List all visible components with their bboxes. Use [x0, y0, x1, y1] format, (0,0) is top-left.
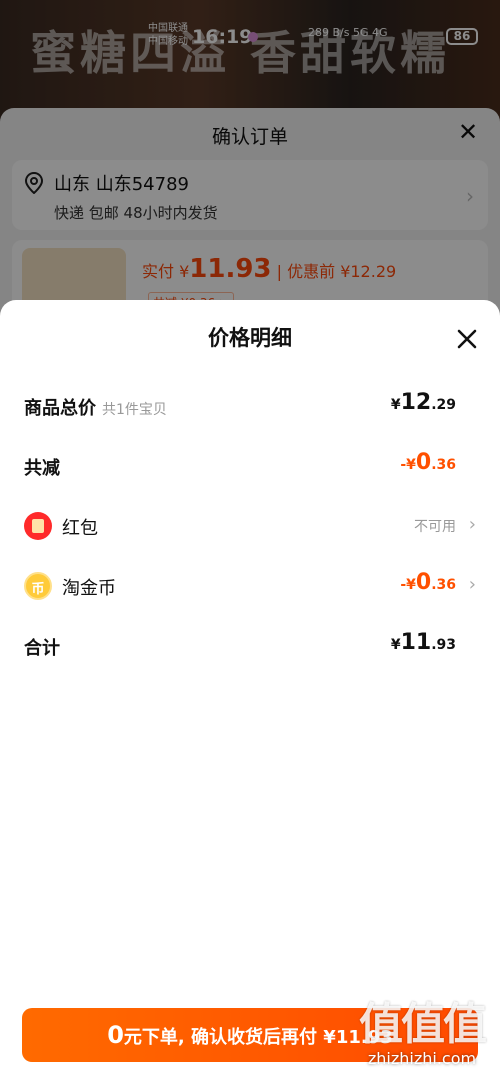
goods-total-label: 商品总价 共1件宝贝	[24, 394, 167, 420]
taojinbi-dec: .36	[431, 577, 456, 593]
row-hongbao[interactable]: 红包 不可用 ›	[24, 506, 476, 546]
taojinbi-label: 淘金币	[62, 578, 116, 599]
currency-symbol: ¥	[390, 397, 401, 413]
watermark-url: zhizhizhi.com	[367, 1049, 477, 1068]
cta-amount: 0	[107, 1021, 124, 1049]
reduce-prefix: -¥	[400, 457, 416, 473]
sheet-title: 价格明细	[208, 326, 292, 350]
chevron-right-icon: ›	[468, 574, 476, 595]
goods-total-amount: ¥12.29	[391, 390, 456, 415]
taojinbi-amount: -¥0.36	[400, 570, 456, 595]
coin-icon-glyph: 币	[31, 582, 45, 597]
sum-currency: ¥	[390, 637, 401, 653]
taojinbi-int: 0	[415, 570, 432, 595]
watermark-logo: 值值值	[359, 999, 487, 1050]
chevron-right-icon: ›	[468, 514, 476, 535]
sum-dec: .93	[431, 637, 456, 653]
row-sum: 合计 ¥11.93	[24, 626, 476, 666]
price-detail-sheet: 价格明细 商品总价 共1件宝贝 ¥12.29 共减 -¥0.36 红包 不可用 ›…	[0, 300, 500, 1083]
row-taojinbi[interactable]: 币 淘金币 -¥0.36 ›	[24, 566, 476, 606]
amount-int: 12	[400, 390, 432, 415]
row-reduce: 共减 -¥0.36	[24, 446, 476, 486]
goods-total-label-text: 商品总价	[24, 398, 96, 419]
taojinbi-prefix: -¥	[400, 577, 416, 593]
coin-icon: 币	[24, 572, 52, 600]
amount-dec: .29	[431, 397, 456, 413]
goods-count: 共1件宝贝	[102, 402, 167, 418]
reduce-int: 0	[415, 450, 432, 475]
sum-label: 合计	[24, 638, 60, 659]
row-goods-total: 商品总价 共1件宝贝 ¥12.29	[24, 386, 476, 426]
sum-int: 11	[400, 630, 432, 655]
reduce-label: 共减	[24, 458, 60, 479]
reduce-dec: .36	[431, 457, 456, 473]
reduce-amount: -¥0.36	[400, 450, 456, 475]
hongbao-label: 红包	[62, 518, 98, 539]
sum-amount: ¥11.93	[391, 630, 456, 655]
watermark: 值值值 zhizhizhi.com	[352, 1000, 492, 1068]
close-icon[interactable]	[456, 328, 478, 350]
red-envelope-icon	[24, 512, 52, 540]
hongbao-status: 不可用	[414, 519, 456, 535]
